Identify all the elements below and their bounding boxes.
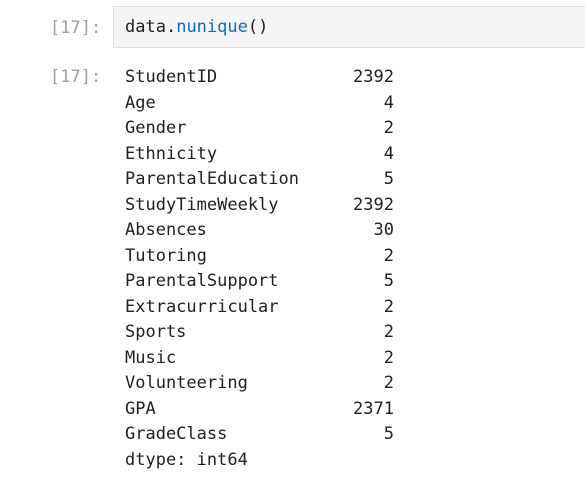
series-row: StudyTimeWeekly 2392 [125, 193, 425, 219]
code-editor[interactable]: data.nunique() [113, 6, 585, 48]
series-index-label: ParentalEducation [125, 169, 299, 189]
series-row: Music 2 [125, 346, 425, 372]
output-cell: [17]: StudentID 2392 Age 4 Gender 2 Ethnicity 4… [0, 62, 585, 482]
code-dot: . [165, 17, 177, 37]
series-row: Volunteering 2 [125, 371, 425, 397]
code-line[interactable]: data.nunique() [125, 17, 268, 37]
series-row: ParentalEducation 5 [125, 167, 425, 193]
series-index-label: Tutoring [125, 245, 207, 266]
series-value: 4 [383, 92, 394, 113]
series-value: 5 [383, 424, 394, 444]
series-row: GPA 2371 [125, 397, 425, 423]
series-index-label: Age [125, 92, 156, 113]
series-value: 2 [383, 347, 394, 368]
series-row: StudentID 2392 [125, 65, 425, 91]
output-prompt: [17]: [50, 67, 102, 87]
series-value: 5 [383, 271, 394, 291]
series-value: 2 [383, 296, 394, 317]
series-row: Age 4 [125, 91, 425, 117]
series-index-label: Volunteering [125, 373, 248, 393]
series-value: 4 [383, 143, 394, 164]
series-index-label: GradeClass [125, 424, 228, 444]
series-value: 2392 [353, 67, 394, 87]
series-value: 5 [383, 169, 394, 189]
series-index-label: GPA [125, 398, 156, 419]
series-index-label: StudyTimeWeekly [125, 194, 279, 215]
series-row: Ethnicity 4 [125, 142, 425, 168]
series-index-label: ParentalSupport [125, 271, 279, 291]
series-value: 2392 [353, 194, 394, 215]
series-index-label: Gender [125, 118, 187, 138]
series-index-label: Ethnicity [125, 143, 218, 164]
series-row: GradeClass 5 [125, 422, 425, 448]
series-index-label: Music [125, 347, 177, 368]
series-value: 2371 [353, 398, 394, 419]
dtype-line: dtype: int64 [125, 449, 248, 470]
input-cell[interactable]: [17]: data.nunique() [0, 6, 585, 50]
code-variable: data [125, 17, 166, 37]
series-value: 2 [383, 373, 394, 393]
output-area: StudentID 2392 Age 4 Gender 2 Ethnicity 4 Parent… [125, 65, 425, 473]
code-function: nunique [176, 17, 248, 37]
series-row: Tutoring 2 [125, 244, 425, 270]
series-row: Absences 30 [125, 218, 425, 244]
series-value: 2 [383, 118, 394, 138]
series-row: Gender 2 [125, 116, 425, 142]
series-row: Extracurricular 2 [125, 295, 425, 321]
series-index-label: Sports [125, 322, 187, 342]
series-row: Sports 2 [125, 320, 425, 346]
series-row: ParentalSupport 5 [125, 269, 425, 295]
series-index-label: Absences [125, 220, 207, 240]
series-value: 30 [373, 220, 394, 240]
series-value: 2 [383, 245, 394, 266]
code-parens: () [247, 17, 269, 37]
series-index-label: StudentID [125, 67, 218, 87]
series-index-label: Extracurricular [125, 296, 279, 317]
series-value: 2 [383, 322, 394, 342]
input-prompt: [17]: [50, 18, 102, 38]
